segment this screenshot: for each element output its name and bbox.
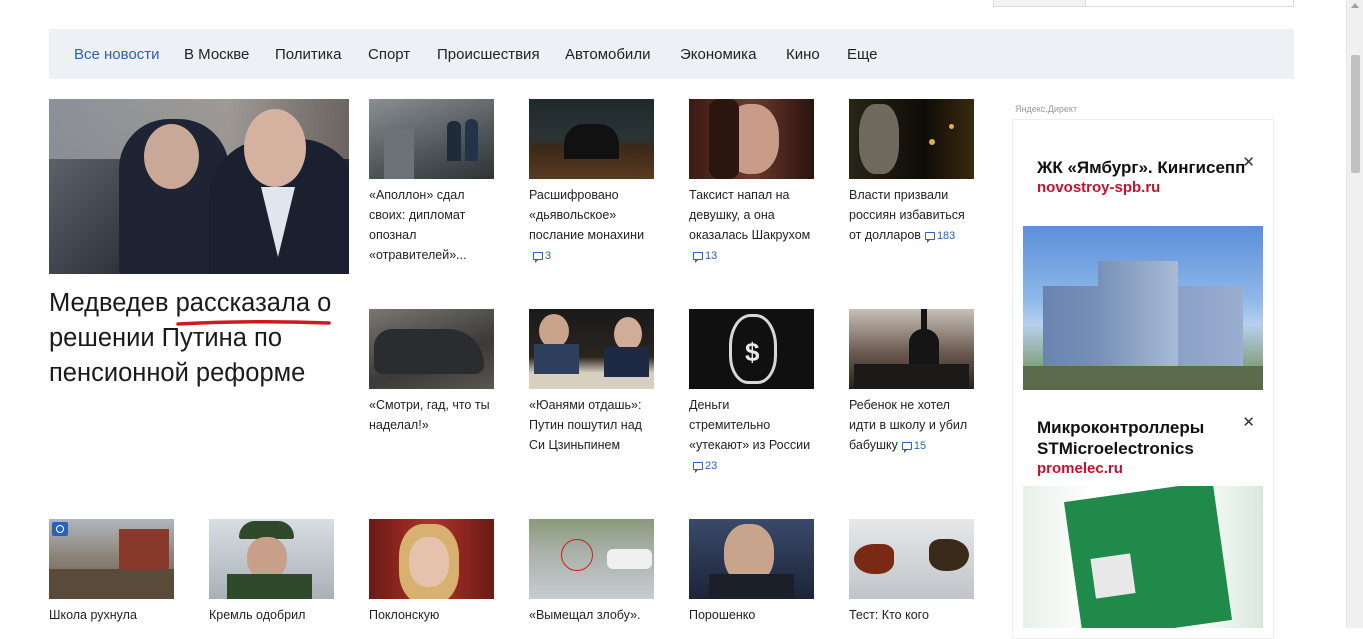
news-card-image[interactable] [369, 519, 494, 599]
ad-domain[interactable]: novostroy-spb.ru [1023, 178, 1263, 197]
news-card[interactable]: Поклонскую [369, 519, 494, 625]
close-icon[interactable]: ✕ [1242, 415, 1255, 430]
news-card-image[interactable] [689, 519, 814, 599]
ad-block[interactable]: ✕ Микроконтроллеры STMicroelectronics pr… [1023, 409, 1263, 628]
news-card-title[interactable]: «Вымещал злобу». [529, 605, 654, 625]
nav-moscow[interactable]: В Москве [184, 46, 249, 63]
comment-icon [533, 252, 543, 263]
ad-image[interactable] [1023, 226, 1263, 390]
nav-cinema[interactable]: Кино [786, 46, 820, 63]
nav-all-news[interactable]: Все новости [74, 46, 160, 63]
news-card-image[interactable]: $ [689, 309, 814, 389]
news-card-image[interactable] [689, 99, 814, 179]
news-card[interactable]: Тест: Кто кого [849, 519, 974, 625]
ad-title[interactable]: ЖК «Ямбург». Кингисепп [1023, 149, 1263, 178]
ad-block[interactable]: ✕ ЖК «Ямбург». Кингисепп novostroy-spb.r… [1023, 149, 1263, 390]
news-card[interactable]: «Аполлон» сдал своих: дипломат опознал «… [369, 99, 494, 265]
nav-more[interactable]: Еще [847, 46, 878, 63]
comment-count[interactable]: 13 [693, 246, 717, 266]
news-card[interactable]: Порошенко [689, 519, 814, 625]
news-card[interactable]: «Юанями отдашь»: Путин пошутил над Си Цз… [529, 309, 654, 455]
ad-domain[interactable]: promelec.ru [1023, 459, 1263, 478]
news-card[interactable]: «Вымещал злобу». [529, 519, 654, 625]
search-scope-selector[interactable] [994, 0, 1086, 6]
news-card-image[interactable] [849, 309, 974, 389]
yandex-direct-label: Яндекс.Директ [1015, 104, 1078, 114]
nav-politics[interactable]: Политика [275, 46, 341, 63]
news-card[interactable]: Таксист напал на девушку, а она оказалас… [689, 99, 814, 266]
news-card-image[interactable] [529, 309, 654, 389]
scroll-up-icon[interactable] [1351, 3, 1359, 8]
news-card-title[interactable]: Власти призвали россиян избавиться от до… [849, 185, 974, 246]
news-card[interactable]: $ Деньги стремительно «утекают» из Росси… [689, 309, 814, 476]
news-card-title[interactable]: Деньги стремительно «утекают» из России2… [689, 395, 814, 476]
comment-icon [693, 252, 703, 263]
ad-title[interactable]: Микроконтроллеры STMicroelectronics [1023, 409, 1263, 459]
comment-count[interactable]: 23 [693, 456, 717, 476]
comment-icon [693, 462, 703, 473]
news-card-title[interactable]: Школа рухнула [49, 605, 174, 625]
news-card-title[interactable]: «Юанями отдашь»: Путин пошутил над Си Цз… [529, 395, 654, 455]
news-card-image[interactable] [369, 99, 494, 179]
news-card-image[interactable] [369, 309, 494, 389]
news-card-image[interactable] [209, 519, 334, 599]
news-card[interactable]: Расшифровано «дьявольское» послание мона… [529, 99, 654, 266]
news-card-title[interactable]: Порошенко [689, 605, 814, 625]
comment-count[interactable]: 3 [533, 246, 551, 266]
comment-icon [924, 232, 935, 243]
news-card-title[interactable]: «Смотри, гад, что ты наделал!» [369, 395, 494, 435]
comment-icon [901, 442, 912, 453]
red-underline-annotation [176, 319, 331, 326]
news-card-title[interactable]: Кремль одобрил [209, 605, 334, 625]
news-card[interactable]: Ребенок не хотел идти в школу и убил баб… [849, 309, 974, 456]
nav-cars[interactable]: Автомобили [565, 46, 650, 63]
news-card-image[interactable] [849, 519, 974, 599]
news-card-title[interactable]: Таксист напал на девушку, а она оказалас… [689, 185, 814, 266]
news-card-image[interactable] [529, 519, 654, 599]
comment-count[interactable]: 183 [924, 226, 955, 246]
news-card-title[interactable]: «Аполлон» сдал своих: дипломат опознал «… [369, 185, 494, 265]
comment-count[interactable]: 15 [901, 436, 926, 456]
news-card[interactable]: «Смотри, гад, что ты наделал!» [369, 309, 494, 435]
news-card-title[interactable]: Расшифровано «дьявольское» послание мона… [529, 185, 654, 266]
page-scrollbar[interactable] [1346, 0, 1363, 628]
nav-incidents[interactable]: Происшествия [437, 46, 540, 63]
hero-news-title[interactable]: Медведев рассказала о решении Путина по … [49, 286, 349, 391]
news-card-image[interactable] [49, 519, 174, 599]
news-card-title[interactable]: Поклонскую [369, 605, 494, 625]
nav-economy[interactable]: Экономика [680, 46, 756, 63]
news-card-title[interactable]: Ребенок не хотел идти в школу и убил баб… [849, 395, 974, 456]
news-category-nav: Все новости В Москве Политика Спорт Прои… [49, 29, 1294, 79]
news-card-image[interactable] [529, 99, 654, 179]
close-icon[interactable]: ✕ [1242, 155, 1255, 170]
photo-gallery-icon [52, 522, 68, 536]
news-card[interactable]: Школа рухнула [49, 519, 174, 625]
news-card-title[interactable]: Тест: Кто кого [849, 605, 974, 625]
ad-image[interactable] [1023, 486, 1263, 628]
news-card[interactable]: Власти призвали россиян избавиться от до… [849, 99, 974, 246]
nav-sport[interactable]: Спорт [368, 46, 410, 63]
news-card-image[interactable] [849, 99, 974, 179]
news-card[interactable]: Кремль одобрил [209, 519, 334, 625]
top-search-field[interactable] [993, 0, 1294, 7]
hero-news-image[interactable] [49, 99, 349, 274]
scrollbar-thumb[interactable] [1351, 55, 1360, 173]
